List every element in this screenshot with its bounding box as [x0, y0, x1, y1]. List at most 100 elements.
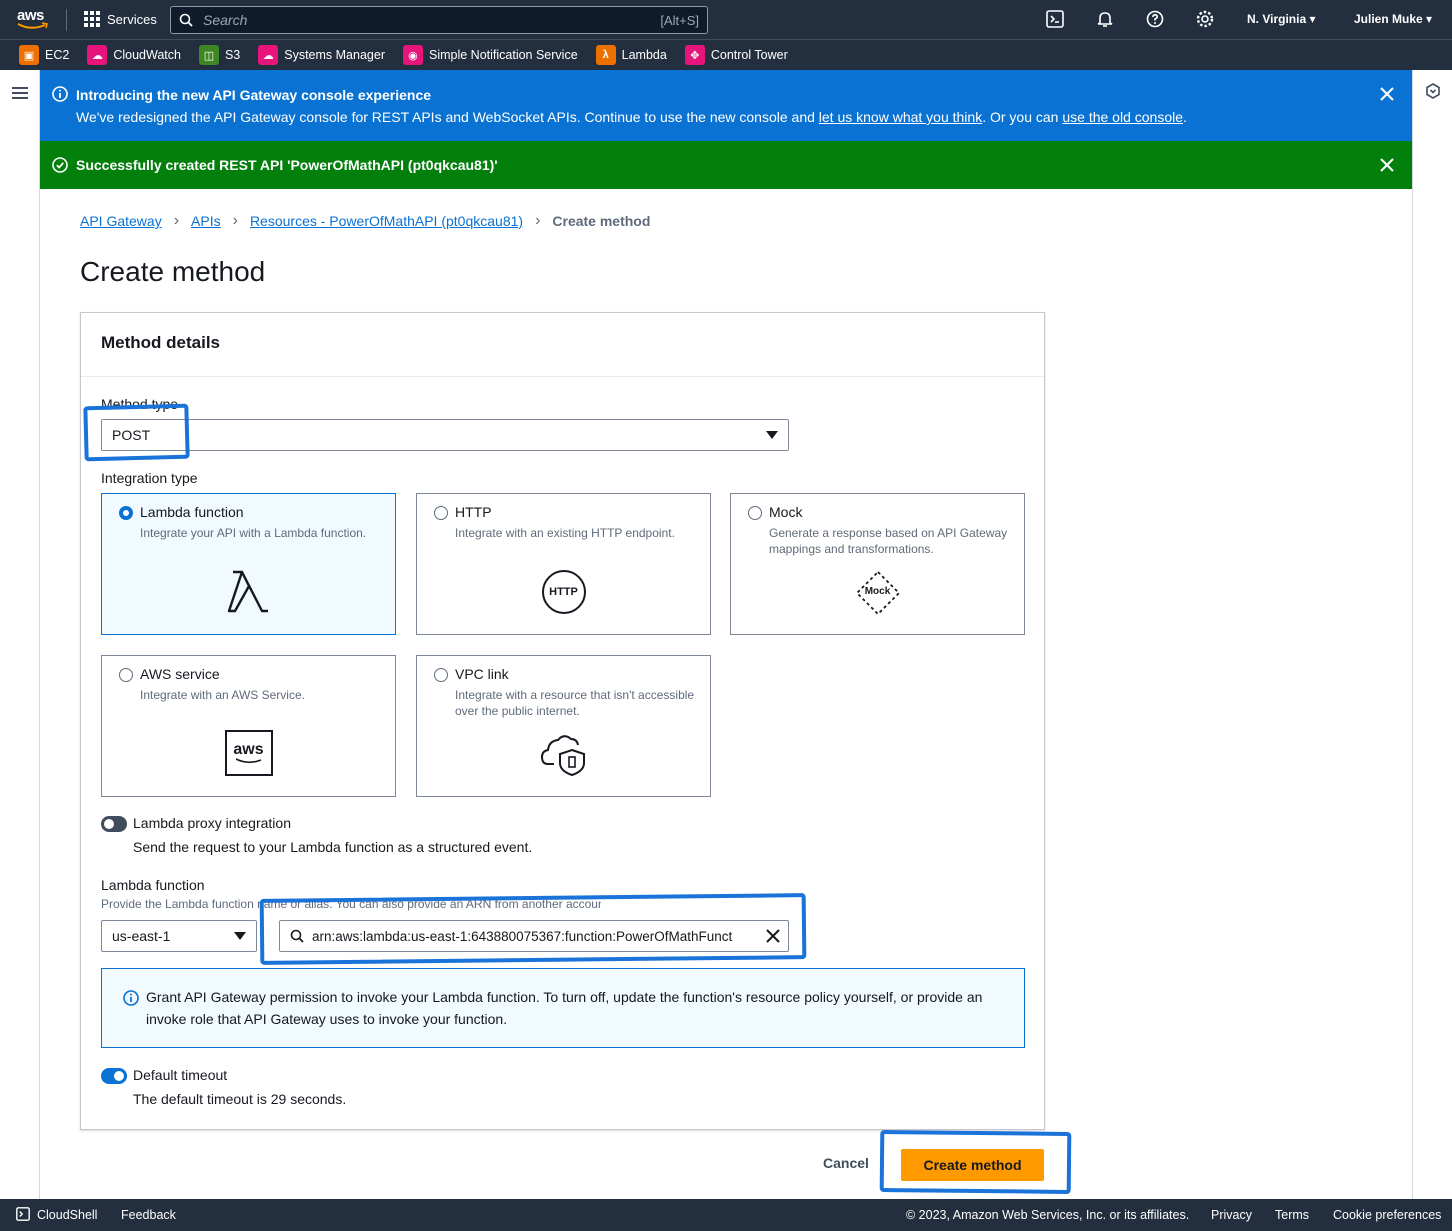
- tile-desc: Integrate with a resource that isn't acc…: [455, 688, 695, 718]
- tile-title: Mock: [769, 504, 803, 520]
- user-name: Julien Muke: [1354, 12, 1423, 26]
- bell-icon[interactable]: [1096, 10, 1114, 28]
- tile-desc: Integrate with an AWS Service.: [140, 688, 305, 702]
- page-title: Create method: [80, 256, 266, 287]
- cloudshell-icon[interactable]: [16, 1207, 30, 1224]
- permission-info-alert: Grant API Gateway permission to invoke y…: [101, 968, 1025, 1048]
- proxy-description: Send the request to your Lambda function…: [133, 839, 533, 855]
- services-menu[interactable]: Services: [84, 11, 157, 27]
- tile-desc: Generate a response based on API Gateway…: [769, 526, 1008, 556]
- chevron-right-icon: ›: [232, 212, 238, 229]
- favorite-systems-manager[interactable]: ☁ Systems Manager: [258, 45, 385, 65]
- alert-text: Grant API Gateway permission to invoke y…: [146, 989, 983, 1027]
- tile-desc: Integrate your API with a Lambda functio…: [140, 526, 367, 540]
- lambda-region-select[interactable]: us-east-1: [101, 920, 257, 952]
- hamburger-menu-icon[interactable]: [12, 86, 28, 105]
- favorite-label: EC2: [45, 48, 70, 62]
- systems-manager-icon: ☁: [258, 45, 279, 65]
- highlight-lambda-arn: [259, 893, 807, 965]
- method-type-select[interactable]: POST: [101, 419, 789, 451]
- gear-icon[interactable]: [1196, 10, 1214, 28]
- favorite-cloudwatch[interactable]: ☁ CloudWatch: [87, 45, 181, 65]
- tile-title: HTTP: [455, 504, 492, 520]
- region-selector[interactable]: N. Virginia ▾: [1247, 12, 1316, 26]
- search-input[interactable]: Search [Alt+S]: [170, 6, 708, 34]
- region-label: N. Virginia: [1247, 12, 1307, 26]
- radio-mock[interactable]: [748, 506, 762, 520]
- favorite-sns[interactable]: ◉ Simple Notification Service: [402, 45, 578, 65]
- lambda-function-label: Lambda function: [101, 877, 205, 893]
- close-icon[interactable]: [1380, 87, 1394, 104]
- proxy-label: Lambda proxy integration: [133, 815, 291, 831]
- caret-down-icon: [234, 932, 246, 940]
- panel-header: Method details: [81, 313, 1044, 377]
- favorite-label: Simple Notification Service: [428, 48, 578, 62]
- default-timeout-toggle[interactable]: [101, 1068, 127, 1084]
- footer-feedback[interactable]: Feedback: [121, 1208, 176, 1222]
- grid-icon: [84, 11, 100, 27]
- sns-icon: ◉: [402, 45, 423, 65]
- tile-mock[interactable]: Mock Generate a response based on API Ga…: [730, 493, 1025, 635]
- tile-vpc-link[interactable]: VPC link Integrate with a resource that …: [416, 655, 711, 797]
- user-menu[interactable]: Julien Muke ▾: [1354, 12, 1432, 26]
- help-icon[interactable]: [1146, 10, 1164, 28]
- lambda-icon: [102, 568, 395, 616]
- close-icon[interactable]: [1380, 158, 1394, 175]
- breadcrumb-resources[interactable]: Resources - PowerOfMathAPI (pt0qkcau81): [250, 213, 523, 229]
- radio-vpc-link[interactable]: [434, 668, 448, 682]
- info-flashbar: Introducing the new API Gateway console …: [40, 70, 1412, 141]
- cloudshell-icon[interactable]: [1046, 10, 1064, 28]
- chevron-right-icon: ›: [173, 212, 180, 229]
- chevron-down-icon: ▾: [1426, 12, 1433, 26]
- tile-http[interactable]: HTTP Integrate with an existing HTTP end…: [416, 493, 711, 635]
- tile-title: AWS service: [140, 666, 220, 682]
- tile-desc: Integrate with an existing HTTP endpoint…: [455, 526, 675, 540]
- favorite-label: CloudWatch: [113, 48, 181, 62]
- favorite-s3[interactable]: ◫ S3: [198, 45, 240, 65]
- lambda-icon: λ: [595, 45, 616, 65]
- tile-aws-service[interactable]: AWS service Integrate with an AWS Servic…: [101, 655, 396, 797]
- aws-logo-text: aws: [17, 7, 44, 24]
- search-icon: [179, 13, 193, 27]
- aws-service-icon-text: aws: [233, 741, 264, 758]
- breadcrumb: API Gateway › APIs › Resources - PowerOf…: [80, 212, 650, 230]
- search-placeholder: Search: [203, 12, 248, 28]
- radio-lambda[interactable]: [119, 506, 133, 520]
- footer-privacy[interactable]: Privacy: [1211, 1208, 1252, 1222]
- feedback-link[interactable]: let us know what you think: [819, 109, 982, 125]
- top-navigation: aws Services Search [Alt+S] N. Virginia …: [0, 0, 1452, 39]
- help-panel-icon[interactable]: [1425, 83, 1441, 104]
- aws-service-icon: aws: [102, 730, 395, 776]
- aws-logo[interactable]: aws: [17, 8, 51, 32]
- old-console-link[interactable]: use the old console: [1062, 109, 1183, 125]
- breadcrumb-apis[interactable]: APIs: [191, 213, 221, 229]
- breadcrumb-api-gateway[interactable]: API Gateway: [80, 213, 162, 229]
- http-icon: HTTP: [417, 570, 710, 614]
- cancel-button[interactable]: Cancel: [823, 1155, 869, 1171]
- favorite-ec2[interactable]: ▣ EC2: [19, 45, 69, 65]
- services-label: Services: [107, 11, 157, 27]
- method-details-panel: Method details Method type POST Integrat…: [80, 312, 1045, 1130]
- footer-cookie-preferences[interactable]: Cookie preferences: [1333, 1208, 1441, 1222]
- radio-http[interactable]: [434, 506, 448, 520]
- footer: CloudShell Feedback © 2023, Amazon Web S…: [0, 1199, 1452, 1231]
- highlight-method-type: [83, 403, 190, 462]
- footer-terms[interactable]: Terms: [1275, 1208, 1309, 1222]
- success-flashbar: Successfully created REST API 'PowerOfMa…: [40, 141, 1412, 189]
- http-icon-text: HTTP: [541, 570, 586, 614]
- favorite-control-tower[interactable]: ✥ Control Tower: [684, 45, 788, 65]
- favorite-label: Systems Manager: [284, 48, 385, 62]
- tile-lambda-function[interactable]: Lambda function Integrate your API with …: [101, 493, 396, 635]
- s3-icon: ◫: [198, 45, 219, 65]
- ec2-icon: ▣: [19, 45, 39, 65]
- integration-type-label: Integration type: [101, 470, 198, 486]
- left-rail: [0, 70, 40, 1199]
- radio-aws-service[interactable]: [119, 668, 133, 682]
- tile-title: Lambda function: [140, 504, 244, 520]
- flash-body-text: . Or you can: [982, 109, 1063, 125]
- main-content: API Gateway › APIs › Resources - PowerOf…: [40, 189, 1412, 1199]
- favorite-lambda[interactable]: λ Lambda: [595, 45, 667, 65]
- lambda-proxy-toggle[interactable]: [101, 816, 127, 832]
- timeout-label: Default timeout: [133, 1067, 228, 1083]
- footer-cloudshell[interactable]: CloudShell: [37, 1208, 97, 1222]
